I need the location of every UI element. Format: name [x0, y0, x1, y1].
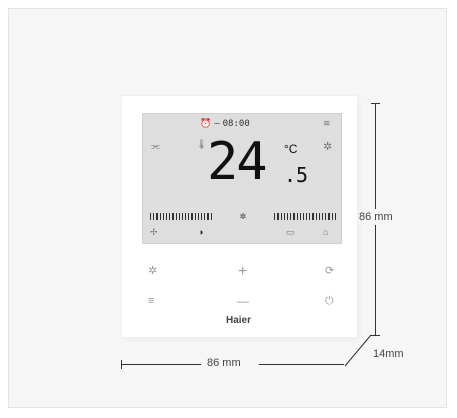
- fan-speed-tick: [191, 212, 193, 220]
- fan-speed-tick: [188, 212, 190, 220]
- power-button[interactable]: ⏻: [325, 296, 334, 307]
- fan-speed-tick: [322, 212, 324, 220]
- fan-speed-tick: [194, 212, 196, 220]
- minus-button[interactable]: —: [237, 295, 249, 307]
- lcd-display: ⏰ — 08:00 ≋ ⫘ 🌡 ✲ 24 °C .5 ✲ ✢ ◑ ▭ ⌂: [142, 113, 342, 244]
- fan-speed-tick: [162, 212, 164, 220]
- height-label: 86 mm: [359, 209, 393, 225]
- fan-speed-tick: [204, 212, 206, 220]
- filter-icon: ▭: [286, 227, 295, 237]
- fan-speed-bar: ✲: [150, 211, 336, 221]
- fan-speed-tick: [312, 212, 314, 220]
- menu-button[interactable]: ≡: [148, 296, 154, 307]
- fan-speed-tick: [185, 212, 187, 220]
- fan-speed-tick: [274, 212, 276, 220]
- fan-speed-tick: [318, 212, 321, 220]
- lock-icon: ⌂: [323, 227, 329, 237]
- brand-logo: Haier: [226, 315, 252, 326]
- depth-dimension-line: [344, 334, 372, 367]
- mode-button[interactable]: ⟳: [325, 266, 334, 277]
- width-line-left: [121, 364, 201, 365]
- fan-speed-tick: [201, 212, 203, 220]
- clock-separator: —: [214, 119, 220, 129]
- depth-label: 14mm: [373, 348, 404, 360]
- fan-speed-tick: [156, 212, 158, 220]
- clock-time: 08:00: [222, 119, 250, 129]
- product-card: ⏰ — 08:00 ≋ ⫘ 🌡 ✲ 24 °C .5 ✲ ✢ ◑ ▭ ⌂ ✲ +: [8, 8, 447, 408]
- fan-speed-tick: [334, 212, 336, 220]
- moon-icon: ◑: [198, 227, 204, 237]
- thermostat-panel: ⏰ — 08:00 ≋ ⫘ 🌡 ✲ 24 °C .5 ✲ ✢ ◑ ▭ ⌂ ✲ +: [122, 96, 357, 337]
- fan-button[interactable]: ✲: [148, 266, 157, 277]
- fan-speed-tick: [169, 212, 171, 220]
- fan-speed-tick: [315, 212, 317, 220]
- swing-vents-icon: ⫘: [151, 141, 160, 152]
- fan-speed-tick: [325, 212, 327, 220]
- fan-speed-tick: [178, 212, 180, 220]
- plus-button[interactable]: +: [238, 264, 247, 280]
- fan-speed-tick: [299, 212, 301, 220]
- alarm-clock-icon: ⏰: [200, 119, 212, 129]
- fan-speed-tick: [286, 212, 289, 220]
- temperature-integer: 24: [207, 132, 268, 192]
- fan-speed-tick: [328, 212, 330, 220]
- width-line-right: [259, 364, 344, 365]
- fan-speed-tick: [296, 212, 298, 220]
- fan-speed-tick: [280, 212, 282, 220]
- fan-speed-tick: [150, 212, 152, 220]
- fan-ticks-left: [150, 212, 212, 220]
- fan-ticks-right: [274, 212, 336, 220]
- fan-speed-tick: [331, 212, 333, 220]
- fan-low-icon: ✢: [150, 227, 158, 237]
- fan-speed-tick: [165, 212, 168, 220]
- fan-speed-tick: [207, 212, 209, 220]
- fan-speed-tick: [181, 212, 184, 220]
- fan-speed-tick: [306, 212, 308, 220]
- temperature-unit: °C: [284, 142, 298, 156]
- fan-speed-tick: [309, 212, 311, 220]
- fan-speed-tick: [293, 212, 295, 220]
- width-label: 86 mm: [207, 357, 241, 369]
- fan-speed-tick: [172, 212, 174, 220]
- fan-speed-tick: [290, 212, 292, 220]
- fan-speed-tick: [175, 212, 177, 220]
- temperature-decimal: .5: [284, 163, 309, 187]
- fan-speed-tick: [283, 212, 285, 220]
- fan-speed-tick: [277, 212, 279, 220]
- fan-speed-tick: [159, 212, 161, 220]
- width-left-cap: [121, 360, 122, 369]
- fan-speed-symbol: ✲: [239, 211, 247, 221]
- fan-speed-tick: [197, 212, 199, 220]
- thermometer-icon: 🌡: [196, 139, 208, 149]
- fan-speed-tick: [153, 212, 155, 220]
- wifi-icon: ≋: [323, 118, 331, 128]
- clock-row: ⏰ — 08:00: [200, 119, 250, 129]
- height-top-cap: [371, 103, 380, 104]
- fan-speed-tick: [210, 212, 212, 220]
- fan-speed-tick: [302, 212, 305, 220]
- snowflake-icon: ✲: [323, 141, 333, 153]
